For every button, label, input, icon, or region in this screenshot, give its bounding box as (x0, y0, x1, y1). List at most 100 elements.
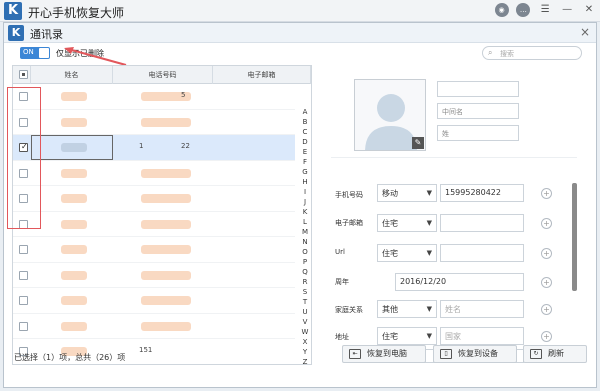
table-row[interactable] (13, 212, 295, 237)
url-input[interactable] (440, 244, 524, 262)
family-name-input[interactable]: 姓名 (440, 300, 524, 318)
alphabet-index: A B C D E F G H I J K L M N O P Q R S T … (301, 107, 309, 364)
alpha-index-item[interactable]: A (301, 107, 309, 117)
url-label: Url (335, 248, 345, 256)
dialog-logo: K (8, 25, 24, 41)
row-checkbox[interactable] (19, 296, 28, 305)
alpha-index-item[interactable]: G (301, 167, 309, 177)
column-header-name[interactable]: 姓名 (31, 66, 113, 84)
deleted-only-toggle[interactable]: ON (20, 47, 50, 59)
alpha-index-item[interactable]: J (301, 197, 309, 207)
url-type-select[interactable]: 住宅 ▼ (377, 244, 437, 262)
dialog-close-button[interactable]: × (580, 25, 590, 39)
table-row[interactable]: 5 (13, 84, 295, 110)
add-email-icon[interactable]: + (541, 218, 552, 229)
phone-input[interactable]: 15995280422 (440, 184, 524, 202)
app-titlebar: K 开心手机恢复大师 ◉ … ☰ — ✕ (0, 0, 600, 22)
name-cell (61, 321, 87, 331)
table-row[interactable] (13, 110, 295, 135)
alpha-index-item[interactable]: E (301, 147, 309, 157)
refresh-label: 刷新 (548, 349, 564, 358)
table-row[interactable] (13, 288, 295, 314)
message-icon[interactable]: … (516, 3, 531, 17)
add-family-icon[interactable]: + (541, 304, 552, 315)
alpha-index-item[interactable]: C (301, 127, 309, 137)
minimize-icon[interactable]: — (560, 3, 574, 17)
alpha-index-item[interactable]: B (301, 117, 309, 127)
alpha-index-item[interactable]: K (301, 207, 309, 217)
address-type-select[interactable]: 住宅 ▼ (377, 327, 437, 345)
table-row[interactable] (13, 263, 295, 288)
address-label: 地址 (335, 333, 349, 341)
select-all-cell (13, 66, 31, 84)
menu-icon[interactable]: ☰ (538, 3, 552, 17)
app-title: 开心手机恢复大师 (28, 6, 125, 20)
close-window-icon[interactable]: ✕ (582, 3, 596, 17)
search-input[interactable]: ⌕ 搜索 (482, 46, 582, 60)
alpha-index-item[interactable]: L (301, 217, 309, 227)
refresh-button[interactable]: ↻ 刷新 (523, 345, 587, 363)
alpha-index-item[interactable]: I (301, 187, 309, 197)
contacts-table: 姓名 电话号码 电子邮箱 5 ✓ 1 22 151 A B C D E F G … (12, 65, 312, 365)
alpha-index-item[interactable]: Y (301, 347, 309, 357)
phone-type-select[interactable]: 移动 ▼ (377, 184, 437, 202)
alpha-index-item[interactable]: O (301, 247, 309, 257)
alpha-index-item[interactable]: F (301, 157, 309, 167)
wechat-icon[interactable]: ◉ (494, 3, 509, 17)
middle-name-field[interactable]: 中间名 (437, 103, 519, 119)
alpha-index-item[interactable]: Z (301, 357, 309, 364)
phone-cell-text: 151 (139, 346, 153, 354)
alpha-index-item[interactable]: V (301, 317, 309, 327)
chevron-down-icon: ▼ (426, 219, 432, 227)
alpha-index-item[interactable]: S (301, 287, 309, 297)
edit-pencil-icon[interactable]: ✎ (412, 137, 424, 149)
restore-to-device-button[interactable]: ▯ 恢复到设备 (433, 345, 517, 363)
detail-scrollbar[interactable] (572, 183, 577, 291)
row-checkbox[interactable] (19, 245, 28, 254)
alpha-index-item[interactable]: P (301, 257, 309, 267)
name-cell (61, 270, 87, 280)
table-row[interactable] (13, 237, 295, 263)
row-checkbox[interactable] (19, 321, 28, 331)
select-all-checkbox[interactable] (19, 70, 28, 79)
family-type-select[interactable]: 其他 ▼ (377, 300, 437, 318)
country-input[interactable]: 国家 (440, 327, 524, 345)
alpha-index-item[interactable]: D (301, 137, 309, 147)
table-row[interactable] (13, 186, 295, 212)
table-row[interactable] (13, 314, 295, 339)
table-row-selected[interactable]: ✓ 1 22 (13, 135, 295, 161)
alpha-index-item[interactable]: R (301, 277, 309, 287)
name-cell (61, 92, 87, 101)
divider (331, 157, 577, 158)
email-type-value: 住宅 (382, 219, 398, 228)
add-url-icon[interactable]: + (541, 248, 552, 259)
alpha-index-item[interactable]: U (301, 307, 309, 317)
name-cell (61, 117, 87, 127)
phone-cell-text-end: 22 (181, 142, 190, 150)
restore-to-device-label: 恢复到设备 (458, 349, 498, 358)
alpha-index-item[interactable]: W (301, 327, 309, 337)
alpha-index-item[interactable]: X (301, 337, 309, 347)
first-name-field[interactable] (437, 81, 519, 97)
column-header-phone[interactable]: 电话号码 (113, 66, 213, 84)
column-header-email[interactable]: 电子邮箱 (213, 66, 311, 84)
add-date-icon[interactable]: + (541, 277, 552, 288)
restore-pc-icon: ⇤ (349, 349, 361, 359)
add-address-icon[interactable]: + (541, 331, 552, 342)
anniversary-input[interactable]: 2016/12/20 (395, 273, 524, 291)
alpha-index-item[interactable]: H (301, 177, 309, 187)
email-input[interactable] (440, 214, 524, 232)
email-type-select[interactable]: 住宅 ▼ (377, 214, 437, 232)
row-checkbox[interactable] (19, 270, 28, 280)
alpha-index-item[interactable]: T (301, 297, 309, 307)
selection-status: 已选择（1）项，总共（26）项 (14, 353, 126, 362)
alpha-index-item[interactable]: N (301, 237, 309, 247)
app-logo: K (4, 2, 22, 20)
restore-to-pc-button[interactable]: ⇤ 恢复到电脑 (342, 345, 426, 363)
alpha-index-item[interactable]: M (301, 227, 309, 237)
table-row[interactable] (13, 161, 295, 186)
email-label: 电子邮箱 (335, 219, 363, 227)
add-phone-icon[interactable]: + (541, 188, 552, 199)
last-name-field[interactable]: 姓 (437, 125, 519, 141)
alpha-index-item[interactable]: Q (301, 267, 309, 277)
